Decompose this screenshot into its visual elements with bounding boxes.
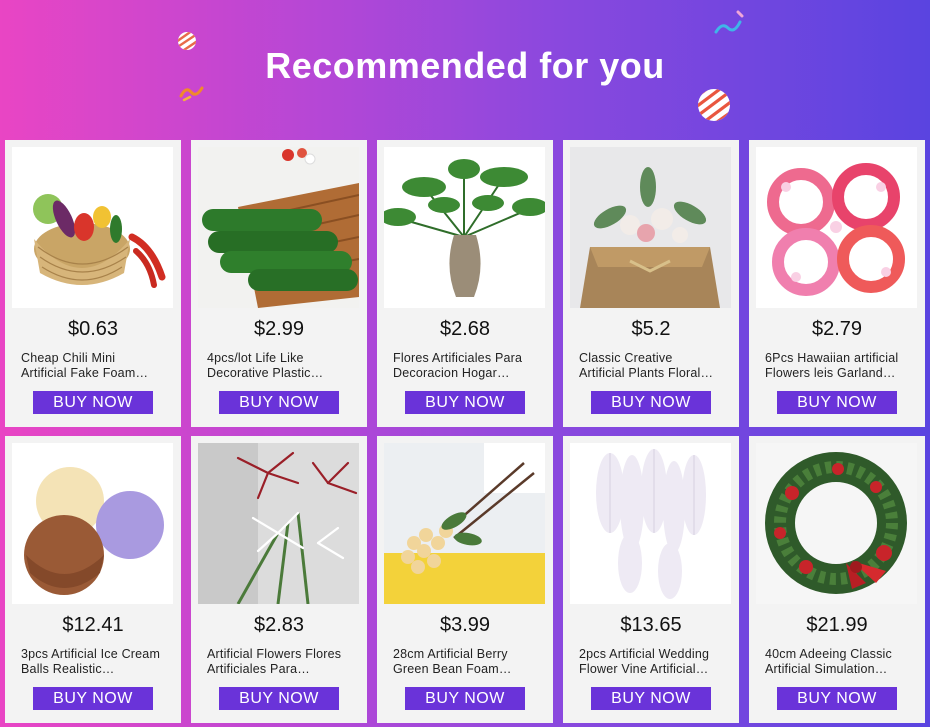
product-price: $0.63	[67, 318, 119, 340]
ice-cream-balls-image[interactable]	[12, 443, 173, 604]
cucumber-image[interactable]	[198, 147, 359, 308]
product-price: $2.68	[439, 318, 491, 340]
product-title[interactable]: Flores Artificiales Para Decoracion Hogar…	[393, 351, 539, 381]
product-title[interactable]: 4pcs/lot Life Like Decorative Plastic…	[207, 351, 353, 381]
buy-now-button[interactable]: BUY NOW	[33, 687, 153, 710]
buy-now-button[interactable]: BUY NOW	[33, 391, 153, 414]
recommendation-banner: Recommended for you $0.63 Cheap Chili Mi…	[0, 0, 930, 727]
buy-now-button[interactable]: BUY NOW	[219, 687, 339, 710]
product-title[interactable]: 2pcs Artificial Wedding Flower Vine Artif…	[579, 647, 725, 677]
product-price: $5.2	[631, 318, 671, 340]
buy-now-button[interactable]: BUY NOW	[591, 687, 711, 710]
buy-now-button[interactable]: BUY NOW	[219, 391, 339, 414]
product-title[interactable]: 3pcs Artificial Ice Cream Balls Realistic…	[21, 647, 167, 677]
product-price: $2.99	[253, 318, 305, 340]
buy-now-button[interactable]: BUY NOW	[405, 391, 525, 414]
product-price: $13.65	[620, 614, 682, 636]
product-price: $3.99	[439, 614, 491, 636]
product-price: $21.99	[806, 614, 868, 636]
product-card[interactable]: $12.41 3pcs Artificial Ice Cream Balls Re…	[5, 436, 181, 723]
product-card[interactable]: $2.99 4pcs/lot Life Like Decorative Plast…	[191, 140, 367, 427]
buy-now-button[interactable]: BUY NOW	[405, 687, 525, 710]
wisteria-vine-image[interactable]	[570, 443, 731, 604]
product-card[interactable]: $2.83 Artificial Flowers Flores Artificia…	[191, 436, 367, 723]
striped-ball-decoration	[698, 89, 730, 121]
berry-branch-image[interactable]	[384, 443, 545, 604]
product-card[interactable]: $2.68 Flores Artificiales Para Decoracion…	[377, 140, 553, 427]
product-price: $12.41	[62, 614, 124, 636]
buy-now-button[interactable]: BUY NOW	[777, 391, 897, 414]
product-card[interactable]: $0.63 Cheap Chili Mini Artificial Fake Fo…	[5, 140, 181, 427]
spider-flowers-image[interactable]	[198, 443, 359, 604]
vegetable-basket-image[interactable]	[12, 147, 173, 308]
buy-now-button[interactable]: BUY NOW	[777, 687, 897, 710]
product-price: $2.83	[253, 614, 305, 636]
product-title[interactable]: Cheap Chili Mini Artificial Fake Foam…	[21, 351, 167, 381]
product-card[interactable]: $2.79 6Pcs Hawaiian artificial Flowers le…	[749, 140, 925, 427]
product-card[interactable]: $3.99 28cm Artificial Berry Green Bean Fo…	[377, 436, 553, 723]
product-title[interactable]: Artificial Flowers Flores Artificiales Pa…	[207, 647, 353, 677]
hawaiian-leis-image[interactable]	[756, 147, 917, 308]
product-grid: $0.63 Cheap Chili Mini Artificial Fake Fo…	[5, 140, 927, 724]
page-title: Recommended for you	[265, 45, 665, 86]
burlap-floral-pot-image[interactable]	[570, 147, 731, 308]
buy-now-button[interactable]: BUY NOW	[591, 391, 711, 414]
product-card[interactable]: $5.2 Classic Creative Artificial Plants F…	[563, 140, 739, 427]
ribbon-decoration	[714, 10, 744, 34]
product-title[interactable]: 40cm Adeeing Classic Artificial Simulatio…	[765, 647, 911, 677]
pine-plant-vase-image[interactable]	[384, 147, 545, 308]
product-card[interactable]: $13.65 2pcs Artificial Wedding Flower Vin…	[563, 436, 739, 723]
product-card[interactable]: $21.99 40cm Adeeing Classic Artificial Si…	[749, 436, 925, 723]
product-title[interactable]: Classic Creative Artificial Plants Floral…	[579, 351, 725, 381]
product-title[interactable]: 6Pcs Hawaiian artificial Flowers leis Gar…	[765, 351, 911, 381]
product-price: $2.79	[811, 318, 863, 340]
christmas-wreath-image[interactable]	[756, 443, 917, 604]
product-title[interactable]: 28cm Artificial Berry Green Bean Foam…	[393, 647, 539, 677]
